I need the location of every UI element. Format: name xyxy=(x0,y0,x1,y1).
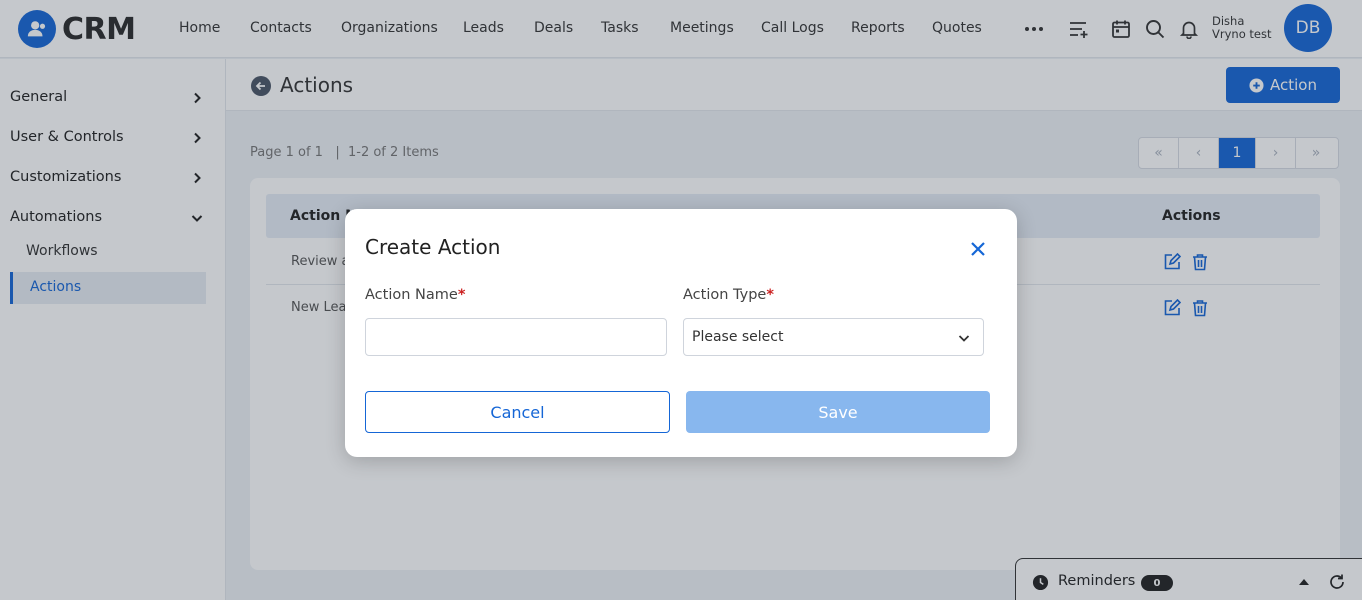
action-type-label: Action Type* xyxy=(683,287,774,303)
create-action-dialog: Create Action Action Name* Action Type* … xyxy=(345,209,1017,457)
chevron-down-icon xyxy=(958,335,970,342)
dialog-title: Create Action xyxy=(365,235,501,259)
cancel-button[interactable]: Cancel xyxy=(365,391,670,433)
close-icon[interactable] xyxy=(969,240,987,258)
action-name-label: Action Name* xyxy=(365,287,466,303)
save-button[interactable]: Save xyxy=(686,391,990,433)
action-name-input[interactable] xyxy=(365,318,667,356)
action-type-select[interactable]: Please select xyxy=(683,318,984,356)
